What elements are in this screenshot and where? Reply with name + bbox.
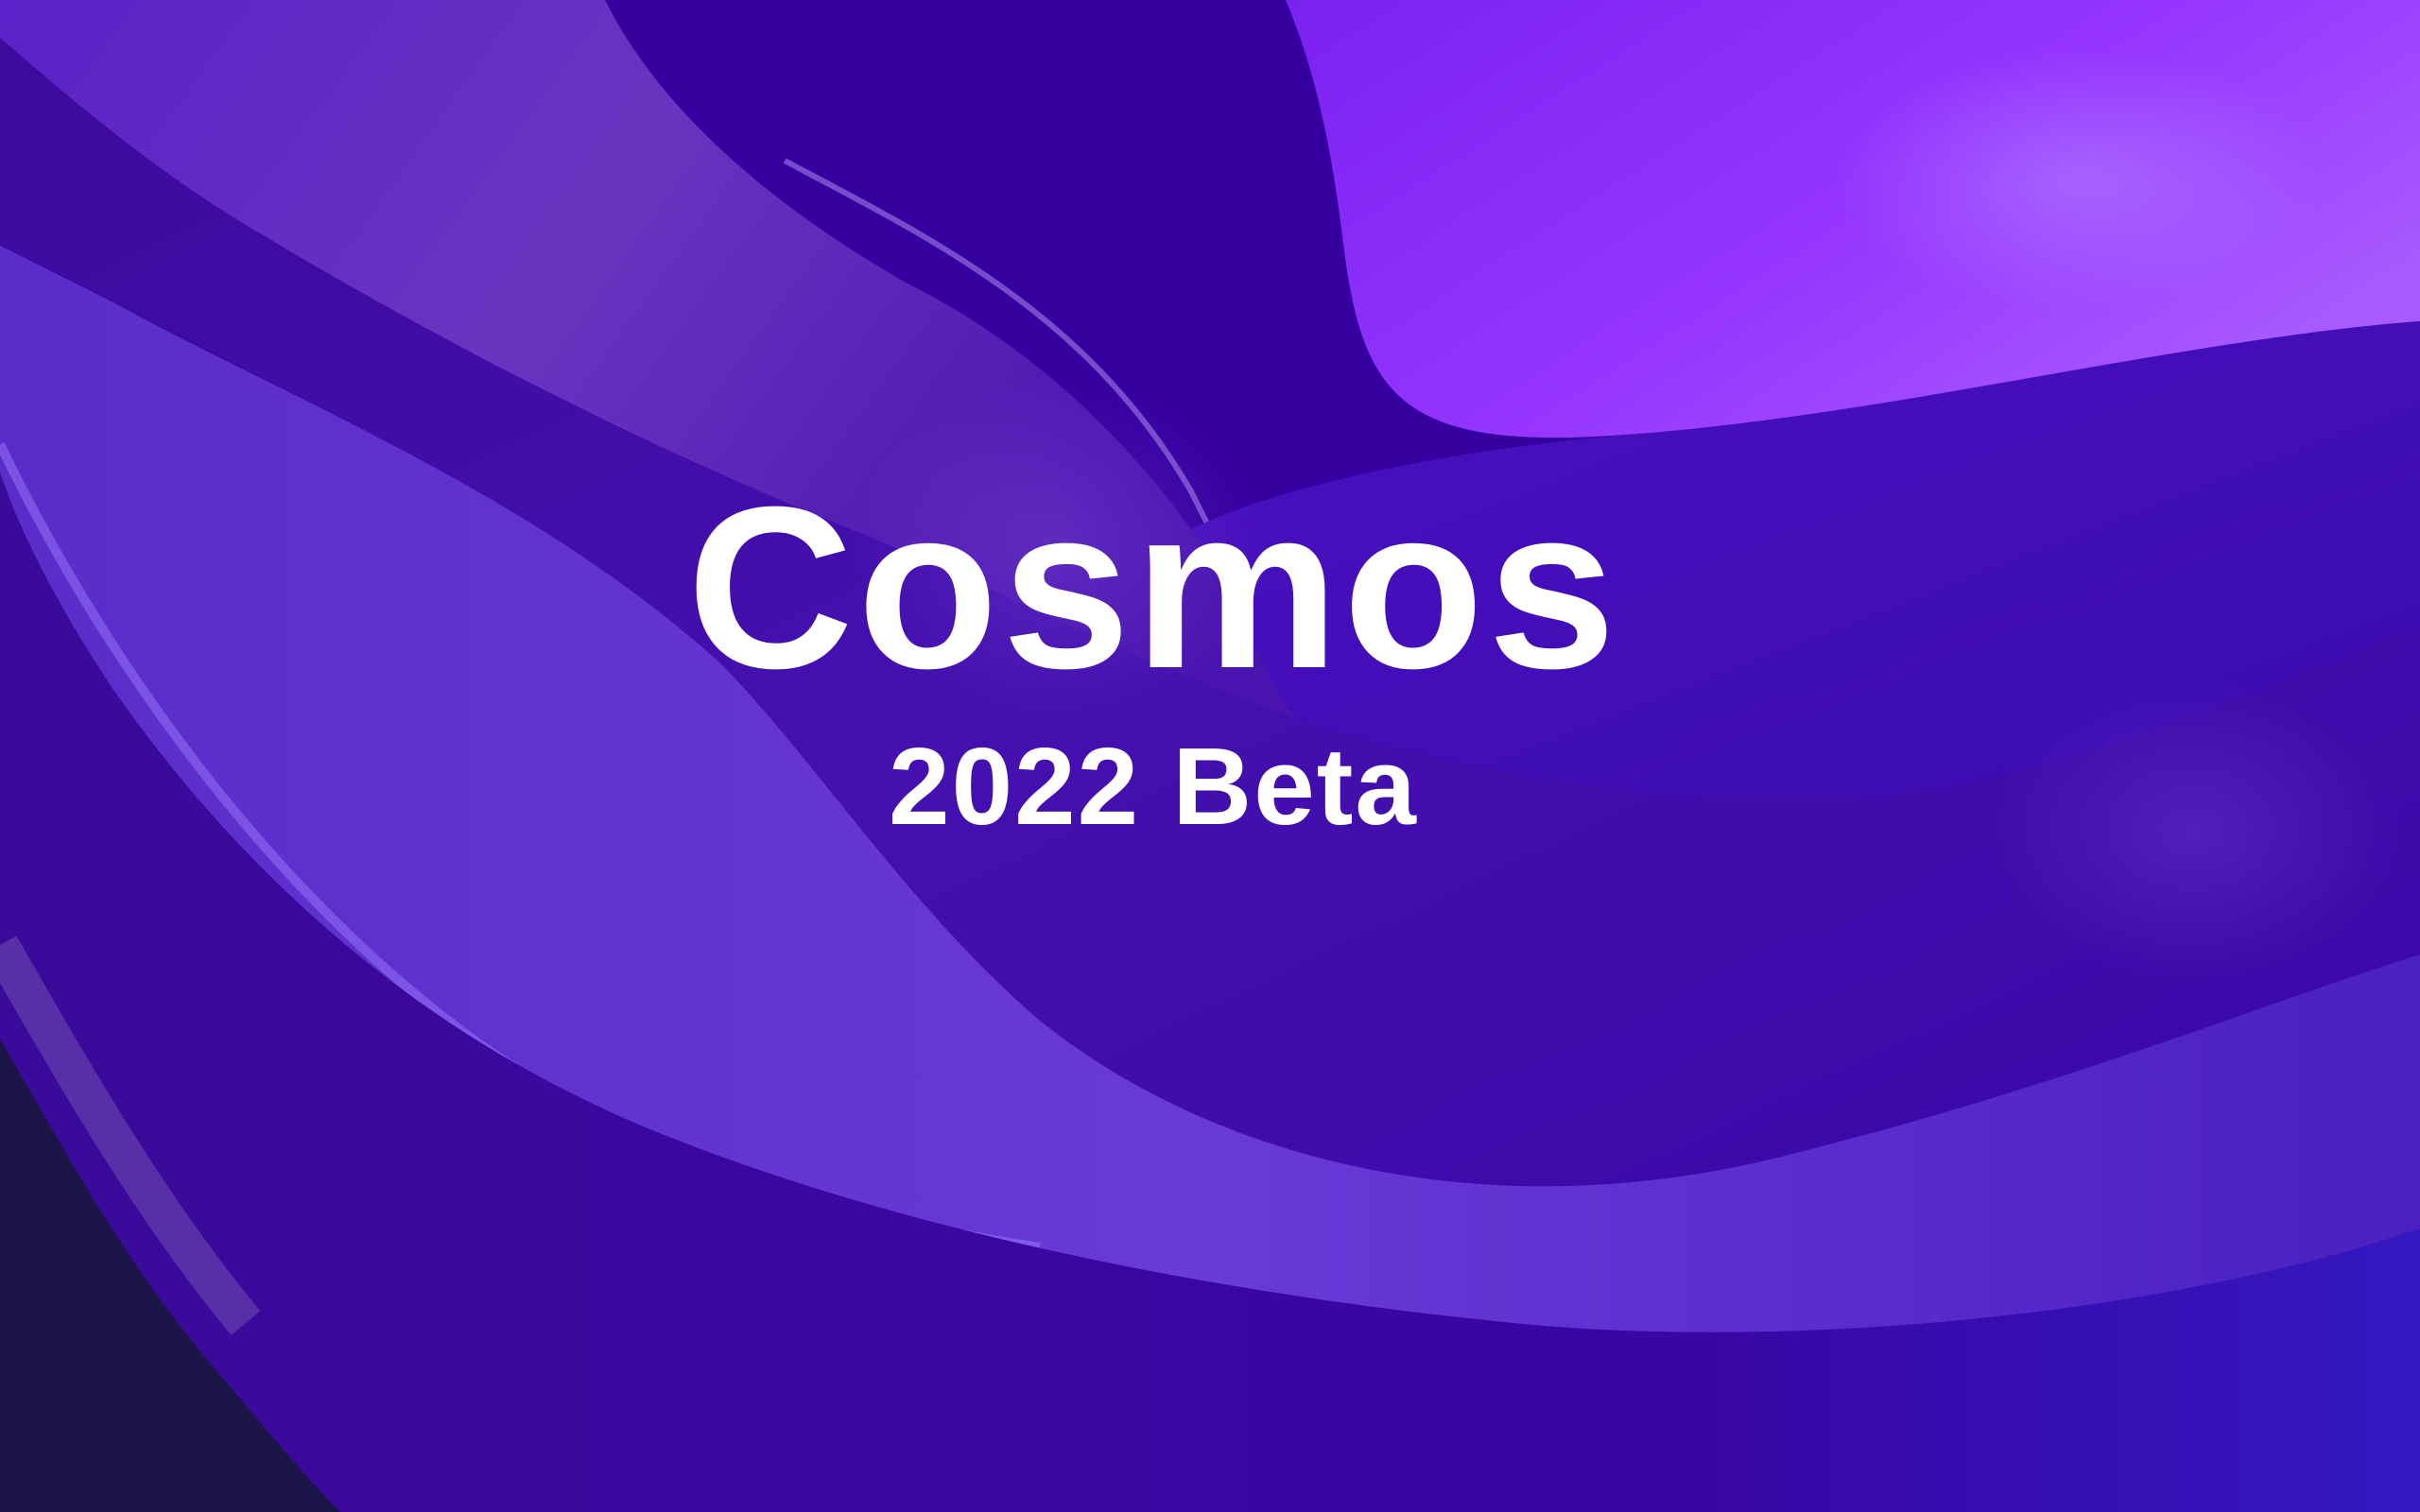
splash-title-block: Cosmos 2022 Beta	[0, 458, 2420, 848]
app-subtitle: 2022 Beta	[889, 725, 1418, 848]
app-title: Cosmos	[686, 458, 1620, 716]
